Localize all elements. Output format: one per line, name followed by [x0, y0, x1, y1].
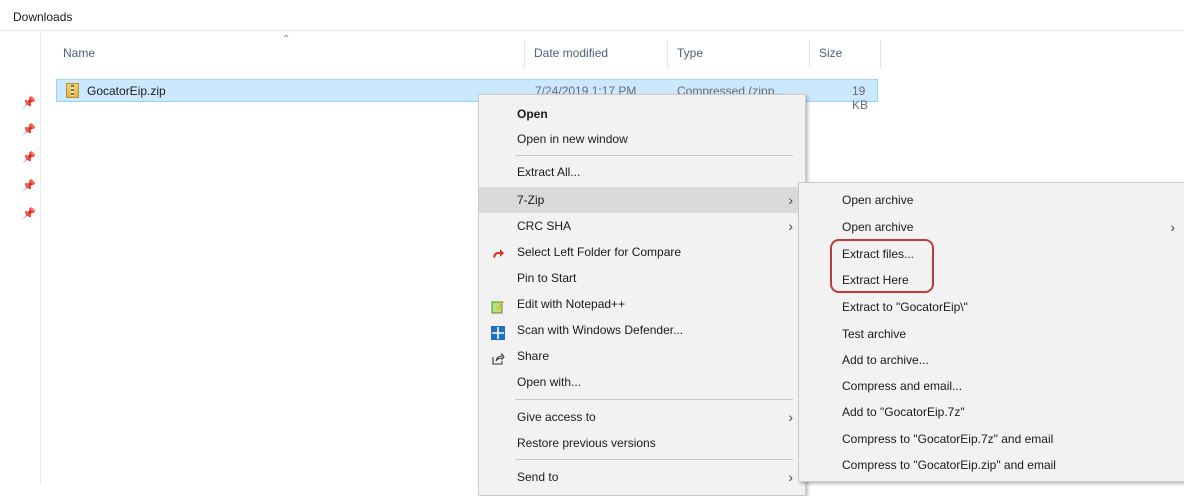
menu-item-share[interactable]: Share — [479, 343, 805, 369]
menu-item-label: 7-Zip — [517, 193, 545, 207]
column-divider[interactable] — [880, 40, 881, 68]
menu-item-label: Compress to "GocatorEip.7z" and email — [842, 432, 1054, 446]
menu-separator — [515, 155, 793, 156]
menu-item-label: Open with... — [517, 375, 582, 389]
menu-item-label: Add to "GocatorEip.7z" — [842, 405, 965, 419]
menu-item-label: Select Left Folder for Compare — [517, 245, 682, 259]
menu-item-label: Compress and email... — [842, 379, 963, 393]
chevron-right-icon: › — [788, 218, 793, 234]
annotation-highlight-box — [830, 239, 934, 293]
7zip-submenu: Open archive Open archive › Extract file… — [798, 182, 1184, 482]
submenu-item-open-archive[interactable]: Open archive — [799, 187, 1184, 213]
compare-undo-icon — [491, 245, 505, 259]
column-divider[interactable] — [667, 40, 668, 68]
menu-item-restore-versions[interactable]: Restore previous versions — [479, 430, 805, 456]
column-header-date-modified[interactable]: Date modified — [534, 46, 608, 60]
menu-item-label: Add to archive... — [842, 353, 929, 367]
menu-item-scan-defender[interactable]: Scan with Windows Defender... — [479, 317, 805, 343]
menu-item-select-left-folder-compare[interactable]: Select Left Folder for Compare — [479, 239, 805, 265]
zip-file-icon — [66, 83, 79, 98]
pin-icon[interactable]: 📌 — [22, 180, 36, 192]
menu-separator — [515, 459, 793, 460]
column-header-type[interactable]: Type — [677, 46, 703, 60]
windows-defender-icon — [491, 323, 505, 340]
submenu-item-compress-7z-email[interactable]: Compress to "GocatorEip.7z" and email — [799, 426, 1184, 452]
chevron-right-icon: › — [788, 192, 793, 208]
menu-item-label: Open in new window — [517, 132, 628, 146]
pin-icon[interactable]: 📌 — [22, 124, 36, 136]
menu-item-label: Compress to "GocatorEip.zip" and email — [842, 458, 1056, 472]
menu-item-edit-notepadpp[interactable]: Edit with Notepad++ — [479, 291, 805, 317]
address-bar: Downloads — [0, 0, 1184, 31]
menu-item-label: Share — [517, 349, 550, 363]
navigation-pane: 📌 📌 📌 📌 📌 — [0, 31, 41, 485]
menu-item-label: Pin to Start — [517, 271, 577, 285]
submenu-item-add-to-7z[interactable]: Add to "GocatorEip.7z" — [799, 399, 1184, 425]
breadcrumb[interactable]: Downloads — [13, 10, 72, 24]
submenu-item-add-to-archive[interactable]: Add to archive... — [799, 347, 1184, 373]
menu-item-7zip[interactable]: 7-Zip › — [479, 187, 805, 213]
chevron-right-icon: › — [1170, 219, 1175, 235]
menu-item-label: Edit with Notepad++ — [517, 297, 626, 311]
sort-ascending-icon: ⌃ — [282, 34, 291, 45]
menu-item-label: Open archive — [842, 220, 914, 234]
column-divider[interactable] — [524, 40, 525, 68]
menu-separator — [515, 399, 793, 400]
chevron-right-icon: › — [788, 409, 793, 425]
menu-item-open-new-window[interactable]: Open in new window — [479, 126, 805, 152]
menu-item-open-with[interactable]: Open with... — [479, 369, 805, 395]
menu-item-label: Open — [517, 107, 548, 121]
pin-icon[interactable]: 📌 — [22, 208, 36, 220]
pin-icon[interactable]: 📌 — [22, 97, 36, 109]
menu-item-label: Send to — [517, 470, 559, 484]
submenu-item-open-archive-more[interactable]: Open archive › — [799, 214, 1184, 240]
menu-item-label: Extract to "GocatorEip\" — [842, 300, 968, 314]
submenu-item-test-archive[interactable]: Test archive — [799, 321, 1184, 347]
menu-item-label: Extract All... — [517, 165, 581, 179]
menu-item-label: Give access to — [517, 410, 596, 424]
column-divider[interactable] — [809, 40, 810, 68]
notepad-plus-plus-icon — [491, 297, 505, 314]
menu-item-label: Scan with Windows Defender... — [517, 323, 684, 337]
context-menu: Open Open in new window Extract All... 7… — [478, 94, 806, 496]
file-size: 19 KB — [852, 84, 869, 112]
column-header-name[interactable]: Name — [63, 46, 95, 60]
submenu-item-compress-email[interactable]: Compress and email... — [799, 373, 1184, 399]
share-icon — [491, 349, 505, 365]
menu-item-label: Test archive — [842, 327, 907, 341]
menu-item-extract-all[interactable]: Extract All... — [479, 159, 805, 185]
menu-item-label: Open archive — [842, 193, 914, 207]
chevron-right-icon: › — [788, 469, 793, 485]
pin-icon[interactable]: 📌 — [22, 152, 36, 164]
menu-item-label: CRC SHA — [517, 219, 572, 233]
menu-item-give-access[interactable]: Give access to › — [479, 404, 805, 430]
menu-item-open[interactable]: Open — [479, 101, 805, 127]
menu-item-label: Restore previous versions — [517, 436, 656, 450]
menu-item-pin-to-start[interactable]: Pin to Start — [479, 265, 805, 291]
menu-item-crc-sha[interactable]: CRC SHA › — [479, 213, 805, 239]
column-header-size[interactable]: Size — [819, 46, 842, 60]
submenu-item-extract-to-folder[interactable]: Extract to "GocatorEip\" — [799, 294, 1184, 320]
submenu-item-compress-zip-email[interactable]: Compress to "GocatorEip.zip" and email — [799, 452, 1184, 478]
menu-item-send-to[interactable]: Send to › — [479, 464, 805, 490]
file-name: GocatorEip.zip — [87, 84, 166, 98]
